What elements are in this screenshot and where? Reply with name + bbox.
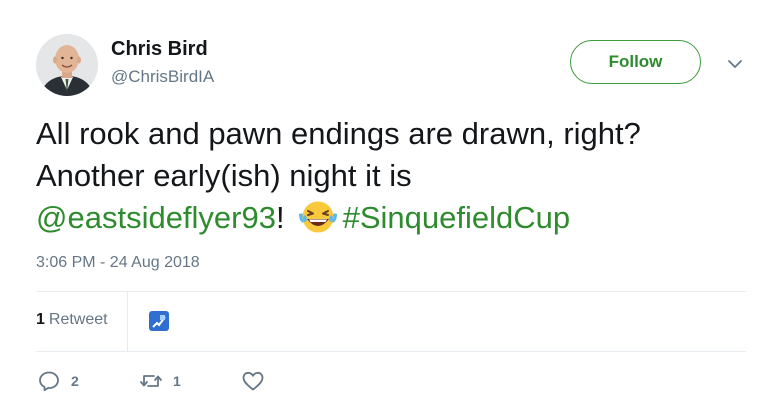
tweet-card: Chris Bird @ChrisBirdIA Follow All rook …: [0, 0, 771, 400]
avatar[interactable]: [36, 34, 98, 96]
reply-count: 2: [71, 373, 79, 389]
divider-bottom: [36, 351, 746, 352]
tweet-text-line-3: @eastsideflyer93! #SinquefieldCup: [36, 197, 751, 239]
tears-of-joy-emoji-icon: [297, 200, 339, 234]
tweet-timestamp[interactable]: 3:06 PM - 24 Aug 2018: [36, 254, 200, 272]
mention-link[interactable]: @eastsideflyer93: [36, 200, 276, 235]
display-name[interactable]: Chris Bird: [111, 38, 208, 61]
chevron-down-icon[interactable]: [726, 55, 744, 73]
tweet-text-line-1: All rook and pawn endings are drawn, rig…: [36, 116, 641, 151]
heart-icon[interactable]: [241, 369, 265, 393]
retweet-action[interactable]: 1: [139, 369, 181, 393]
tweet-text: All rook and pawn endings are drawn, rig…: [36, 113, 751, 239]
retweets-label: Retweet: [48, 311, 108, 328]
retweets-count: 1: [36, 311, 45, 328]
tweet-text-line-2: Another early(ish) night it is: [36, 158, 412, 193]
like-action[interactable]: [241, 369, 275, 393]
user-handle[interactable]: @ChrisBirdIA: [111, 67, 214, 87]
exclamation-text: !: [275, 200, 285, 235]
follow-button[interactable]: Follow: [570, 40, 701, 84]
retweet-count: 1: [173, 373, 181, 389]
retweets-stat[interactable]: 1 Retweet: [36, 311, 108, 329]
hashtag-link[interactable]: #SinquefieldCup: [343, 200, 571, 235]
retweeter-avatar[interactable]: [149, 311, 169, 331]
divider-top: [36, 291, 746, 292]
retweet-icon[interactable]: [139, 369, 163, 393]
reply-action[interactable]: 2: [37, 369, 79, 393]
reply-icon[interactable]: [37, 369, 61, 393]
stats-separator: [127, 291, 128, 351]
